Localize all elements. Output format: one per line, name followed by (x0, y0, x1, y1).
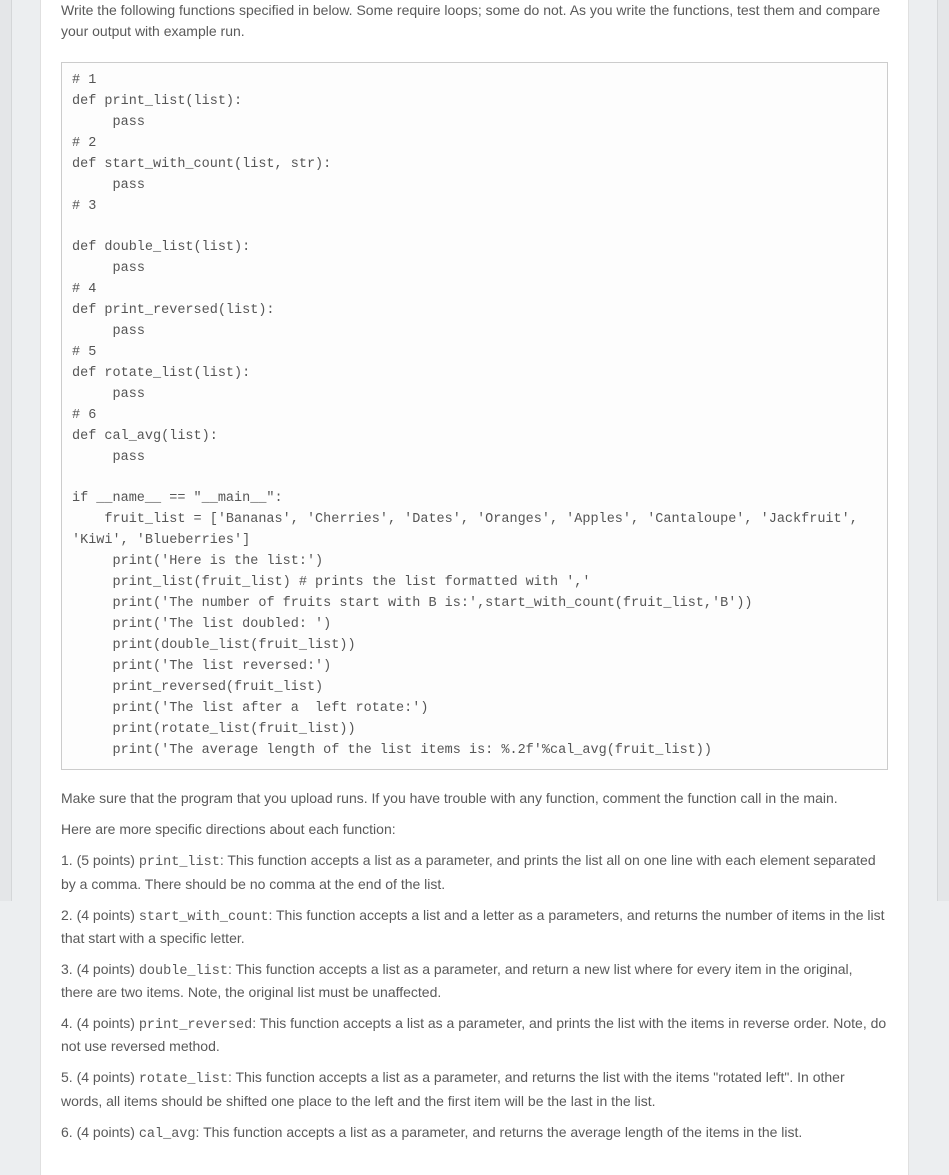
function-item-5: 5. (4 points) rotate_list: This function… (61, 1067, 888, 1111)
content-area: Write the following functions specified … (61, 0, 888, 1145)
left-margin-bar (0, 0, 12, 901)
item-fn: rotate_list (139, 1072, 228, 1087)
item-prefix: 4. (4 points) (61, 1015, 139, 1031)
item-fn: cal_avg (139, 1127, 196, 1142)
item-prefix: 6. (4 points) (61, 1124, 139, 1140)
directions-header: Here are more specific directions about … (61, 819, 888, 840)
item-fn: start_with_count (139, 910, 269, 925)
item-fn: double_list (139, 964, 228, 979)
function-item-4: 4. (4 points) print_reversed: This funct… (61, 1013, 888, 1057)
function-item-1: 1. (5 points) print_list: This function … (61, 850, 888, 894)
item-desc: : This function accepts a list as a para… (196, 1124, 803, 1140)
function-item-6: 6. (4 points) cal_avg: This function acc… (61, 1122, 888, 1145)
function-item-2: 2. (4 points) start_with_count: This fun… (61, 905, 888, 949)
item-fn: print_reversed (139, 1018, 252, 1033)
page-container: Write the following functions specified … (40, 0, 909, 1175)
item-prefix: 1. (5 points) (61, 852, 139, 868)
item-prefix: 3. (4 points) (61, 961, 139, 977)
upload-note: Make sure that the program that you uplo… (61, 788, 888, 809)
item-prefix: 5. (4 points) (61, 1069, 139, 1085)
item-prefix: 2. (4 points) (61, 907, 139, 923)
right-margin-bar (937, 0, 949, 901)
function-item-3: 3. (4 points) double_list: This function… (61, 959, 888, 1003)
item-fn: print_list (139, 855, 220, 870)
intro-paragraph: Write the following functions specified … (61, 0, 888, 52)
code-block: # 1 def print_list(list): pass # 2 def s… (61, 62, 888, 770)
